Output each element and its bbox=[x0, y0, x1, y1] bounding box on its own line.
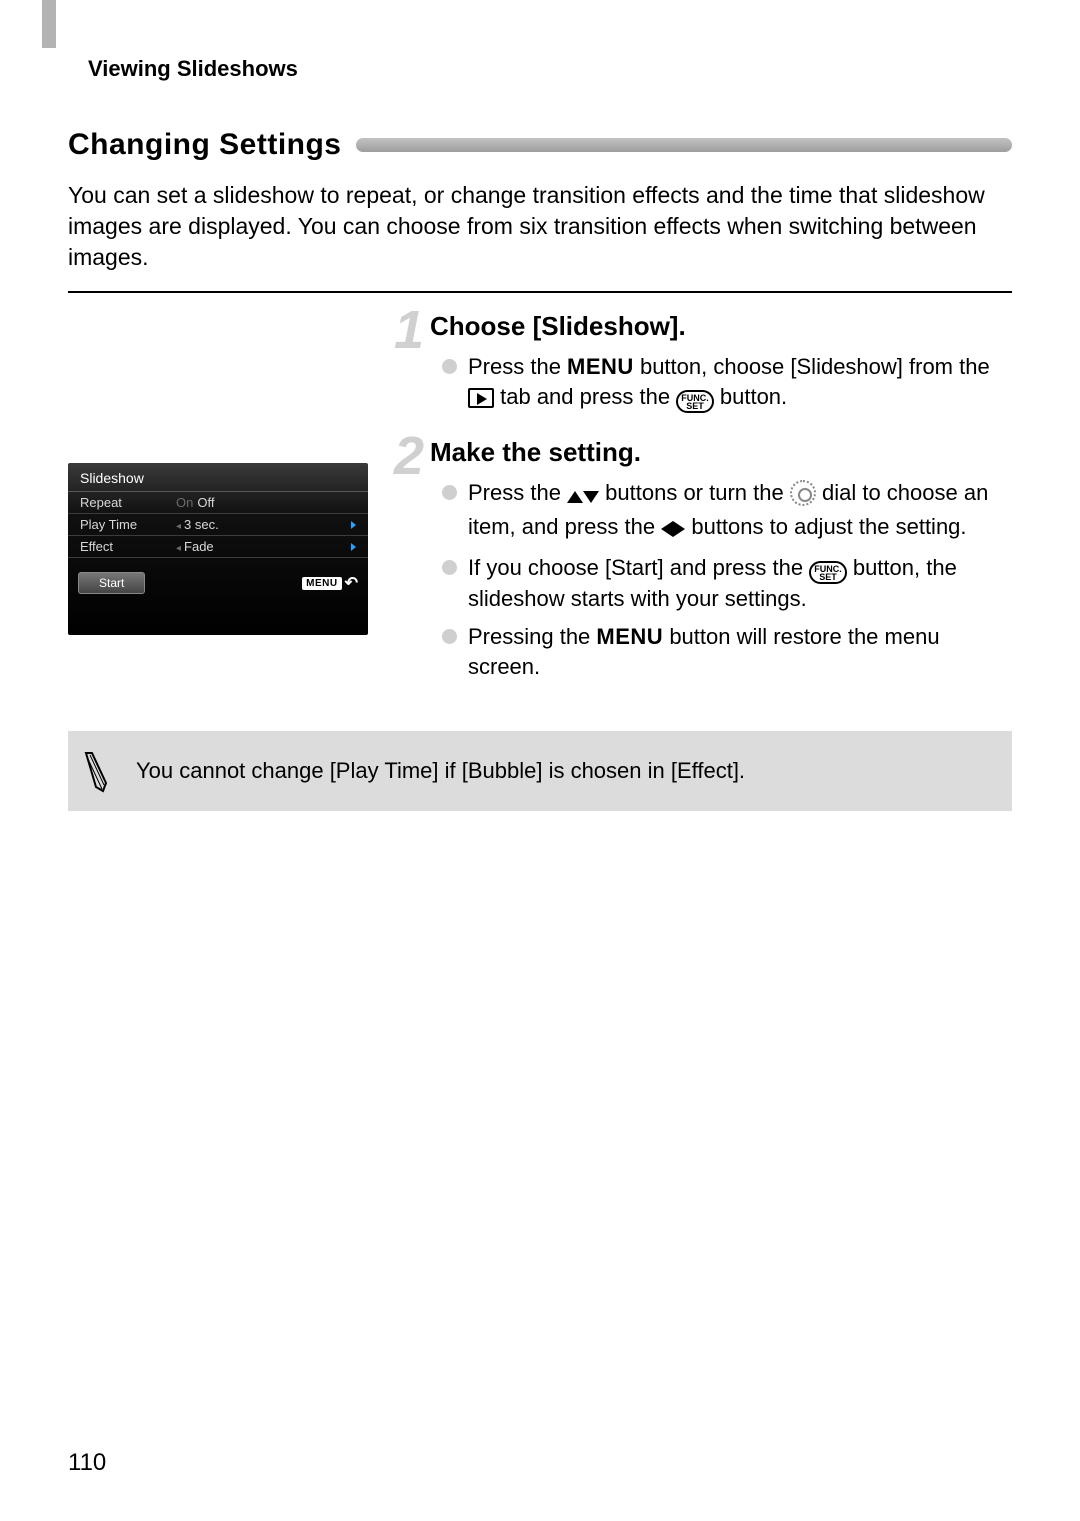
menu-word-icon: MENU bbox=[596, 624, 663, 649]
step-title: Make the setting. bbox=[430, 437, 1012, 468]
breadcrumb: Viewing Slideshows bbox=[88, 56, 1012, 82]
divider bbox=[68, 291, 1012, 293]
left-right-icon bbox=[661, 516, 685, 546]
lcd-start-button: Start bbox=[78, 572, 145, 594]
note-box: You cannot change [Play Time] if [Bubble… bbox=[68, 731, 1012, 811]
back-arrow-icon: ↶ bbox=[345, 573, 358, 593]
camera-lcd: Slideshow Repeat OnOff Play Time ◂3 sec.… bbox=[68, 463, 368, 635]
lcd-footer: Start MENU ↶ bbox=[68, 558, 368, 600]
section-rule bbox=[356, 138, 1013, 152]
lcd-value: OnOff bbox=[176, 495, 356, 510]
lcd-row-playtime: Play Time ◂3 sec. bbox=[68, 514, 368, 536]
step-number: 2 bbox=[394, 429, 424, 483]
bullet: If you choose [Start] and press the FUNC… bbox=[442, 553, 1012, 614]
page-body: Viewing Slideshows Changing Settings You… bbox=[0, 0, 1080, 811]
dial-icon bbox=[790, 480, 816, 506]
intro-paragraph: You can set a slideshow to repeat, or ch… bbox=[68, 180, 1012, 273]
step-bullets: Press the MENU button, choose [Slideshow… bbox=[442, 352, 1012, 413]
lcd-row-effect: Effect ◂Fade bbox=[68, 536, 368, 558]
menu-badge-icon: MENU bbox=[302, 577, 341, 590]
lcd-value: ◂Fade bbox=[176, 539, 351, 554]
page-tab bbox=[42, 0, 56, 48]
bullet: Press the MENU button, choose [Slideshow… bbox=[442, 352, 1012, 413]
chevron-right-icon bbox=[351, 521, 356, 529]
menu-word-icon: MENU bbox=[567, 354, 634, 379]
steps-column: 1 Choose [Slideshow]. Press the MENU but… bbox=[398, 311, 1012, 705]
lcd-label: Effect bbox=[80, 539, 176, 554]
func-set-icon: FUNC.SET bbox=[676, 390, 714, 413]
lcd-value: ◂3 sec. bbox=[176, 517, 351, 532]
lcd-menu-back: MENU ↶ bbox=[302, 573, 358, 593]
pencil-note-icon bbox=[78, 749, 114, 793]
lcd-row-repeat: Repeat OnOff bbox=[68, 492, 368, 514]
bullet: Press the buttons or turn the dial to ch… bbox=[442, 478, 1012, 545]
step-2: 2 Make the setting. Press the buttons or… bbox=[398, 437, 1012, 681]
step-title: Choose [Slideshow]. bbox=[430, 311, 1012, 342]
section-title: Changing Settings bbox=[68, 128, 342, 162]
steps-area: Slideshow Repeat OnOff Play Time ◂3 sec.… bbox=[68, 311, 1012, 705]
camera-lcd-wrap: Slideshow Repeat OnOff Play Time ◂3 sec.… bbox=[68, 311, 368, 705]
chevron-right-icon bbox=[351, 543, 356, 551]
func-set-icon: FUNC.SET bbox=[809, 561, 847, 584]
page-number: 110 bbox=[68, 1449, 106, 1477]
step-1: 1 Choose [Slideshow]. Press the MENU but… bbox=[398, 311, 1012, 413]
step-number: 1 bbox=[394, 303, 424, 357]
lcd-label: Play Time bbox=[80, 517, 176, 532]
up-down-icon bbox=[567, 482, 599, 512]
lcd-title: Slideshow bbox=[68, 463, 368, 492]
play-tab-icon bbox=[468, 388, 494, 408]
lcd-label: Repeat bbox=[80, 495, 176, 510]
section-heading-row: Changing Settings bbox=[68, 128, 1012, 162]
note-text: You cannot change [Play Time] if [Bubble… bbox=[136, 758, 745, 784]
step-bullets: Press the buttons or turn the dial to ch… bbox=[442, 478, 1012, 681]
bullet: Pressing the MENU button will restore th… bbox=[442, 622, 1012, 681]
